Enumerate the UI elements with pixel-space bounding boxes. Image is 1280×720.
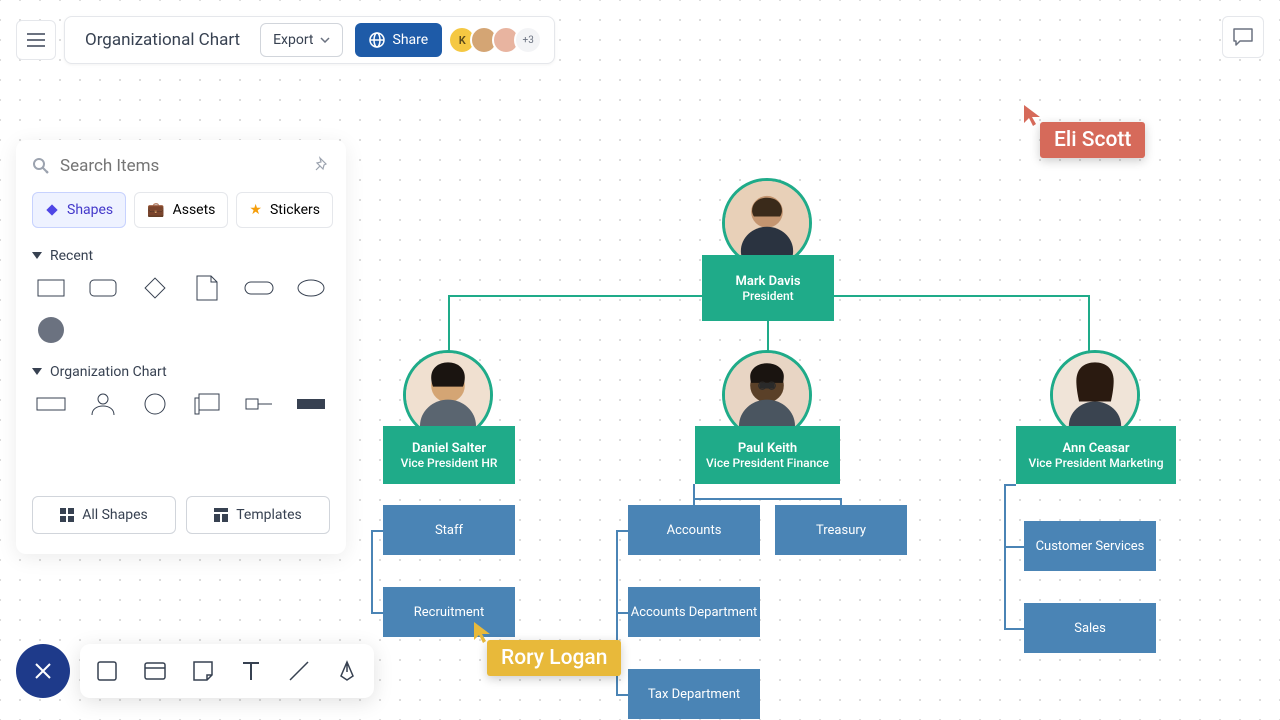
shape-org-stack[interactable] <box>192 394 222 414</box>
org-box-treasury[interactable]: Treasury <box>775 505 907 555</box>
tool-card[interactable] <box>142 662 168 680</box>
tool-note[interactable] <box>190 661 216 681</box>
tab-assets[interactable]: 💼 Assets <box>134 192 228 228</box>
section-recent[interactable]: Recent <box>16 236 346 272</box>
node-role: Vice President HR <box>383 456 515 470</box>
quick-toolbar <box>80 644 374 698</box>
shape-filled-circle[interactable] <box>36 320 66 340</box>
shape-org-label[interactable] <box>244 394 274 414</box>
grid-icon <box>60 508 74 522</box>
shape-rounded-rect[interactable] <box>88 278 118 298</box>
search-input[interactable] <box>60 156 304 176</box>
tab-shapes[interactable]: Shapes <box>32 192 126 228</box>
node-role: Vice President Finance <box>695 456 840 470</box>
tool-text[interactable] <box>238 661 264 681</box>
templates-label: Templates <box>236 507 302 523</box>
org-box-sales[interactable]: Sales <box>1024 603 1156 653</box>
node-name: Mark Davis <box>702 274 834 289</box>
org-box-accounts-dept[interactable]: Accounts Department <box>628 587 760 637</box>
section-org-chart[interactable]: Organization Chart <box>16 352 346 388</box>
tab-assets-label: Assets <box>173 202 216 218</box>
org-node-vp-finance[interactable]: Paul Keith Vice President Finance <box>695 426 840 484</box>
org-box-recruitment[interactable]: Recruitment <box>383 587 515 637</box>
node-name: Daniel Salter <box>383 441 515 456</box>
collaborator-cursor-label: Eli Scott <box>1040 122 1145 158</box>
node-role: Vice President Marketing <box>1016 456 1176 470</box>
recent-shapes-grid <box>16 272 346 352</box>
triangle-down-icon <box>32 368 42 376</box>
template-icon <box>214 508 228 522</box>
shape-document[interactable] <box>192 278 222 298</box>
tool-square[interactable] <box>94 661 120 681</box>
hamburger-icon <box>27 33 45 47</box>
top-control-group: Organizational Chart Export Share K +3 <box>64 16 555 64</box>
templates-button[interactable]: Templates <box>186 496 330 534</box>
shape-filled-rect[interactable] <box>296 394 326 414</box>
collaborator-cursor-icon <box>1022 105 1042 131</box>
shape-pill[interactable] <box>244 278 274 298</box>
share-label: Share <box>393 32 429 48</box>
diamond-icon <box>45 203 59 217</box>
pin-icon[interactable] <box>314 156 330 176</box>
org-shapes-grid <box>16 388 346 426</box>
tool-pen[interactable] <box>334 660 360 682</box>
section-org-label: Organization Chart <box>50 364 167 380</box>
top-bar: Organizational Chart Export Share K +3 <box>16 16 555 64</box>
briefcase-icon: 💼 <box>147 202 164 218</box>
org-box-customer-services[interactable]: Customer Services <box>1024 521 1156 571</box>
triangle-down-icon <box>32 252 42 260</box>
chat-button[interactable] <box>1222 16 1264 58</box>
hamburger-menu-button[interactable] <box>16 20 56 60</box>
node-role: President <box>702 289 834 303</box>
star-icon: ★ <box>249 202 262 218</box>
tab-shapes-label: Shapes <box>67 202 113 218</box>
org-box-accounts[interactable]: Accounts <box>628 505 760 555</box>
org-node-vp-hr[interactable]: Daniel Salter Vice President HR <box>383 426 515 484</box>
shapes-panel: Shapes 💼 Assets ★ Stickers Recent Organi… <box>16 140 346 554</box>
org-node-president[interactable]: Mark Davis President <box>702 255 834 321</box>
all-shapes-button[interactable]: All Shapes <box>32 496 176 534</box>
tab-stickers-label: Stickers <box>270 202 320 218</box>
tab-stickers[interactable]: ★ Stickers <box>236 192 333 228</box>
shape-rectangle[interactable] <box>36 278 66 298</box>
collaborator-cursor-label: Rory Logan <box>487 640 621 676</box>
shape-org-box[interactable] <box>36 394 66 414</box>
export-label: Export <box>273 32 313 48</box>
tool-line[interactable] <box>286 660 312 682</box>
shape-diamond[interactable] <box>140 278 170 298</box>
export-button[interactable]: Export <box>260 23 342 57</box>
chevron-down-icon <box>320 37 330 43</box>
org-box-tax-dept[interactable]: Tax Department <box>628 669 760 719</box>
node-name: Paul Keith <box>695 441 840 456</box>
close-quickbar-button[interactable] <box>16 644 70 698</box>
document-title[interactable]: Organizational Chart <box>77 30 248 50</box>
share-button[interactable]: Share <box>355 23 443 57</box>
all-shapes-label: All Shapes <box>82 507 148 523</box>
shape-org-person[interactable] <box>88 394 118 414</box>
node-name: Ann Ceasar <box>1016 441 1176 456</box>
section-recent-label: Recent <box>50 248 93 264</box>
shape-ellipse[interactable] <box>296 278 326 298</box>
chat-icon <box>1232 27 1254 47</box>
org-box-staff[interactable]: Staff <box>383 505 515 555</box>
close-icon <box>34 662 52 680</box>
org-node-vp-marketing[interactable]: Ann Ceasar Vice President Marketing <box>1016 426 1176 484</box>
panel-tabs: Shapes 💼 Assets ★ Stickers <box>16 184 346 236</box>
collaborator-avatars[interactable]: K +3 <box>454 26 542 54</box>
globe-icon <box>369 32 385 48</box>
shape-circle[interactable] <box>140 394 170 414</box>
search-icon <box>32 157 50 175</box>
avatar-more-count[interactable]: +3 <box>514 26 542 54</box>
